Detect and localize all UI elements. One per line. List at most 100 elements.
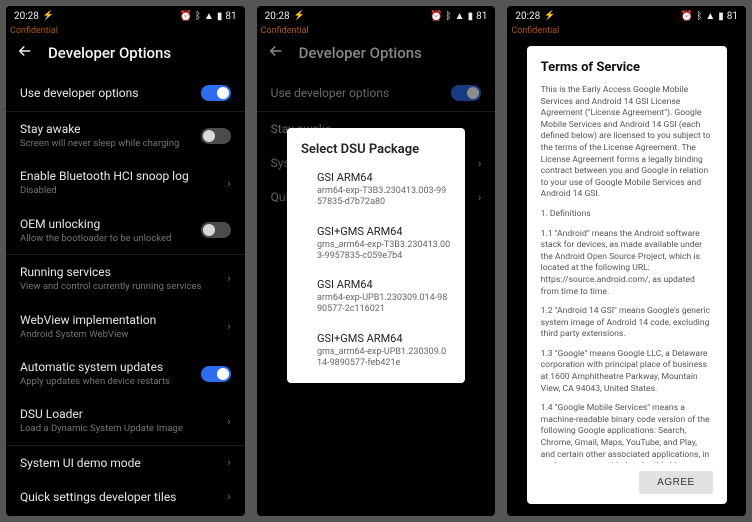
switch-use-dev [451, 85, 481, 101]
switch-use-dev[interactable] [201, 85, 231, 101]
dsu-option-label: GSI ARM64 [317, 278, 451, 291]
alarm-icon: ⏰ [681, 11, 693, 22]
header: Developer Options [6, 36, 245, 75]
row-sublabel: Screen will never sleep while charging [20, 138, 193, 149]
dsu-option-id: gms_arm64-exp-T3B3.230413.003-9957835-c0… [317, 240, 451, 263]
alarm-icon: ⏰ [430, 11, 442, 22]
row-label: Automatic system updates [20, 360, 193, 374]
row-label: Use developer options [20, 86, 193, 100]
row-use-developer-options[interactable]: Use developer options [6, 75, 245, 111]
dsu-option-id: arm64-exp-UPB1.230309.014-9890577-2c1160… [317, 293, 451, 316]
dsu-option-label: GSI ARM64 [317, 171, 451, 184]
back-icon[interactable] [16, 42, 34, 63]
row-oem-unlocking[interactable]: OEM unlocking Allow the bootloader to be… [6, 207, 245, 254]
dsu-option[interactable]: GSI+GMS ARM64 gms_arm64-exp-T3B3.230413.… [317, 225, 451, 263]
charging-icon: ⚡ [294, 11, 305, 21]
chevron-right-icon: › [227, 490, 230, 503]
bluetooth-icon: ᛒ [696, 11, 702, 22]
row-auto-system-updates[interactable]: Automatic system updates Apply updates w… [6, 350, 245, 397]
dsu-option-id: gms_arm64-exp-UPB1.230309.014-9890577-fe… [317, 347, 451, 370]
screen-developer-options: 20:28 ⚡ ⏰ ᛒ ▲ ▮ 81 Confidential Develope… [6, 6, 245, 516]
row-bt-hci-snoop[interactable]: Enable Bluetooth HCI snoop log Disabled … [6, 159, 245, 206]
row-label: Use developer options [271, 86, 444, 100]
charging-icon: ⚡ [544, 11, 555, 21]
row-sublabel: Disabled [20, 185, 219, 196]
dsu-option[interactable]: GSI ARM64 arm64-exp-T3B3.230413.003-9957… [317, 171, 451, 209]
dsu-option-id: arm64-exp-T3B3.230413.003-9957835-d7b72a… [317, 186, 451, 209]
terms-body[interactable]: This is the Early Access Google Mobile S… [541, 85, 713, 463]
switch-stay-awake[interactable] [201, 128, 231, 144]
row-sublabel: View and control currently running servi… [20, 281, 219, 292]
switch-oem[interactable] [201, 222, 231, 238]
status-time: 20:28 [515, 11, 540, 22]
row-label: OEM unlocking [20, 217, 193, 231]
chevron-right-icon: › [227, 320, 230, 333]
dsu-package-dialog[interactable]: Select DSU Package GSI ARM64 arm64-exp-T… [287, 128, 465, 383]
bluetooth-icon: ᛒ [195, 11, 201, 22]
back-icon [267, 42, 285, 63]
tos-paragraph: 1.2 "Android 14 GSI" means Google's gene… [541, 306, 713, 341]
row-webview-impl[interactable]: WebView implementation Android System We… [6, 303, 245, 350]
status-icons: ⏰ ᛒ ▲ ▮ 81 [180, 11, 237, 22]
row-label: WebView implementation [20, 313, 219, 327]
row-label: DSU Loader [20, 407, 219, 421]
row-sublabel: Allow the bootloader to be unlocked [20, 233, 193, 244]
row-system-ui-demo-mode[interactable]: System UI demo mode › [6, 446, 245, 480]
wifi-icon: ▲ [455, 11, 465, 22]
signal-icon: ▮ [217, 11, 223, 22]
confidential-label: Confidential [507, 26, 746, 36]
status-time: 20:28 [14, 11, 39, 22]
row-label: Enable Bluetooth HCI snoop log [20, 169, 219, 183]
row-running-services[interactable]: Running services View and control curren… [6, 255, 245, 302]
confidential-label: Confidential [257, 26, 496, 36]
dsu-option-label: GSI+GMS ARM64 [317, 332, 451, 345]
row-sublabel: Load a Dynamic System Update Image [20, 423, 219, 434]
row-quick-settings-tiles[interactable]: Quick settings developer tiles › [6, 480, 245, 514]
confidential-label: Confidential [6, 26, 245, 36]
row-label: Stay awake [20, 122, 193, 136]
row-label: System UI demo mode [20, 456, 219, 470]
dsu-option-label: GSI+GMS ARM64 [317, 225, 451, 238]
tos-paragraph: This is the Early Access Google Mobile S… [541, 85, 713, 201]
tos-paragraph: 1.1 "Android" means the Android software… [541, 229, 713, 299]
header: Developer Options [257, 36, 496, 75]
row-label: Running services [20, 265, 219, 279]
page-title: Developer Options [48, 44, 171, 62]
row-sublabel: Android System WebView [20, 329, 219, 340]
chevron-right-icon: › [478, 191, 481, 204]
dialog-title: Terms of Service [541, 60, 713, 75]
agree-button[interactable]: AGREE [639, 471, 713, 494]
terms-dialog: Terms of Service This is the Early Acces… [527, 46, 727, 504]
dialog-title: Select DSU Package [301, 142, 451, 157]
row-dsu-loader[interactable]: DSU Loader Load a Dynamic System Update … [6, 397, 245, 444]
status-bar: 20:28 ⚡ ⏰ ᛒ ▲ ▮ 81 [6, 6, 245, 26]
status-icons: ⏰ ᛒ ▲ ▮ 81 [681, 11, 738, 22]
row-sublabel: Apply updates when device restarts [20, 376, 193, 387]
tos-paragraph: 1.4 "Google Mobile Services" means a mac… [541, 403, 713, 463]
chevron-right-icon: › [227, 272, 230, 285]
switch-auto-updates[interactable] [201, 366, 231, 382]
signal-icon: ▮ [468, 11, 474, 22]
settings-list: Use developer options Stay awake Screen … [6, 75, 245, 514]
row-label: Quick settings developer tiles [20, 490, 219, 504]
dsu-option[interactable]: GSI ARM64 arm64-exp-UPB1.230309.014-9890… [317, 278, 451, 316]
screen-dsu-dialog: 20:28 ⚡ ⏰ ᛒ ▲ ▮ 81 Confidential Develope… [257, 6, 496, 516]
status-icons: ⏰ ᛒ ▲ ▮ 81 [430, 11, 487, 22]
chevron-right-icon: › [227, 456, 230, 469]
page-title: Developer Options [299, 44, 422, 62]
dsu-option[interactable]: GSI+GMS ARM64 gms_arm64-exp-UPB1.230309.… [317, 332, 451, 370]
screen-terms-of-service: 20:28 ⚡ ⏰ ᛒ ▲ ▮ 81 Confidential Terms of… [507, 6, 746, 516]
alarm-icon: ⏰ [180, 11, 192, 22]
tos-paragraph: 1.3 "Google" means Google LLC, a Delawar… [541, 349, 713, 395]
wifi-icon: ▲ [204, 11, 214, 22]
row-stay-awake[interactable]: Stay awake Screen will never sleep while… [6, 112, 245, 159]
status-bar: 20:28 ⚡ ⏰ ᛒ ▲ ▮ 81 [507, 6, 746, 26]
battery-pct: 81 [225, 11, 236, 22]
wifi-icon: ▲ [705, 11, 715, 22]
battery-pct: 81 [727, 11, 738, 22]
bluetooth-icon: ᛒ [446, 11, 452, 22]
chevron-right-icon: › [227, 177, 230, 190]
status-bar: 20:28 ⚡ ⏰ ᛒ ▲ ▮ 81 [257, 6, 496, 26]
signal-icon: ▮ [718, 11, 724, 22]
chevron-right-icon: › [227, 415, 230, 428]
